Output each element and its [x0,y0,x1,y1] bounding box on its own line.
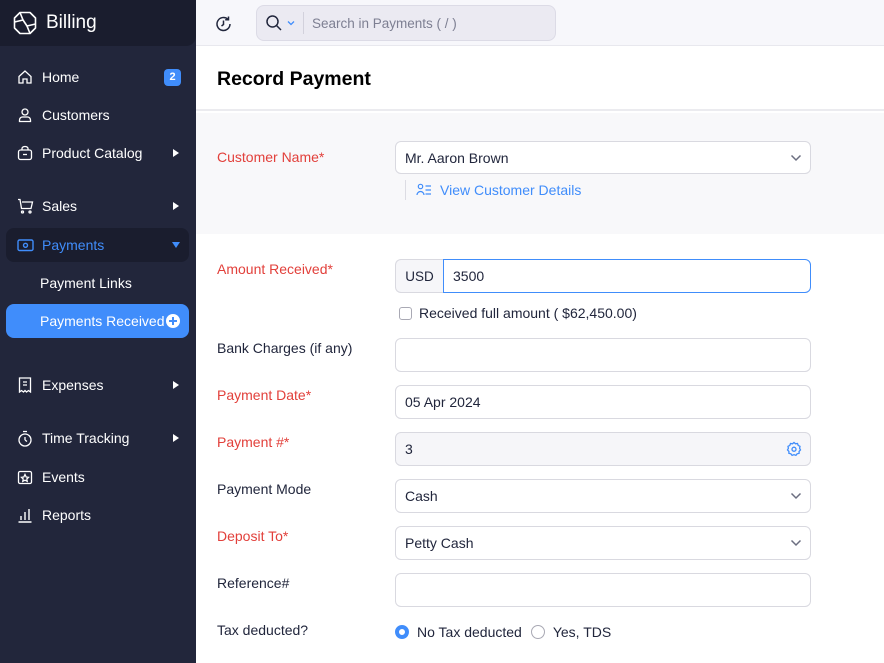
checkbox[interactable] [399,306,412,320]
add-icon[interactable] [166,314,180,328]
no-tax-deducted-label[interactable]: No Tax deducted [417,624,522,640]
payment-number-value: 3 [405,441,413,457]
view-customer-details-link[interactable]: View Customer Details [405,180,581,200]
payment-number-input[interactable]: 3 [395,432,811,466]
sidebar-item-events[interactable]: Events [6,460,189,494]
chevron-down-icon[interactable] [287,19,295,27]
search-icon[interactable] [265,14,283,32]
expand-arrow-icon [173,434,179,442]
cart-icon [16,197,34,215]
sidebar-item-home[interactable]: Home 2 [6,60,189,94]
deposit-to-select[interactable]: Petty Cash [395,526,811,560]
customer-name-select[interactable]: Mr. Aaron Brown [395,141,811,174]
amount-received-input[interactable]: 3500 [443,259,811,293]
yes-tds-label[interactable]: Yes, TDS [553,624,611,640]
billing-logo-icon [13,11,37,35]
bank-charges-input[interactable] [395,338,811,372]
amount-received-label: Amount Received* [217,261,333,277]
received-full-amount-label: Received full amount ( $62,450.00) [419,305,637,321]
no-tax-deducted-radio[interactable] [395,625,409,639]
expand-arrow-icon [173,149,179,157]
reference-input[interactable] [395,573,811,607]
expand-arrow-icon [173,381,179,389]
received-full-amount-checkbox[interactable]: Received full amount ( $62,450.00) [399,305,637,321]
reference-label: Reference# [217,575,290,591]
customer-name-label: Customer Name* [217,149,325,165]
payment-mode-value: Cash [405,488,438,504]
sidebar: Billing Home 2 Customers Product Catalog [0,0,196,663]
receipt-icon [16,376,34,394]
search-input[interactable] [312,15,552,31]
search-divider [303,12,304,34]
sidebar-item-label: Expenses [42,377,104,393]
payment-mode-label: Payment Mode [217,481,312,497]
sidebar-item-label: Payments Received [40,313,165,329]
gear-icon[interactable] [786,441,802,457]
sidebar-item-payment-links[interactable]: Payment Links [6,266,189,300]
sidebar-item-label: Payment Links [40,275,132,291]
sidebar-item-label: Sales [42,198,78,214]
payment-number-label: Payment #* [217,434,290,450]
events-icon [16,468,34,486]
tax-deducted-radio-group: No Tax deducted Yes, TDS [395,624,620,640]
sidebar-item-expenses[interactable]: Expenses [6,368,189,402]
collapse-arrow-icon [172,242,180,248]
brand[interactable]: Billing [0,0,196,46]
sidebar-item-time-tracking[interactable]: Time Tracking [6,421,189,455]
home-icon [16,68,34,86]
notification-badge: 2 [164,68,181,86]
currency-code: USD [395,259,443,293]
sidebar-item-label: Home [42,69,80,85]
sidebar-item-label: Customers [42,107,110,123]
yes-tds-radio[interactable] [530,625,545,639]
sidebar-item-label: Product Catalog [42,145,143,161]
tax-deducted-label: Tax deducted? [217,622,309,638]
page-title: Record Payment [217,68,371,90]
top-bar [196,0,884,46]
stopwatch-icon [16,429,34,447]
search-bar[interactable] [256,5,556,41]
sidebar-item-label: Payments [42,237,105,253]
chevron-down-icon [790,539,802,547]
sidebar-item-sales[interactable]: Sales [6,189,189,223]
customer-name-value: Mr. Aaron Brown [405,149,509,166]
payment-date-value: 05 Apr 2024 [405,394,481,410]
sidebar-item-label: Reports [42,507,92,523]
user-icon [16,106,34,124]
sidebar-item-payments-received[interactable]: Payments Received [6,304,189,338]
sidebar-item-label: Events [42,469,85,485]
recent-history-icon[interactable] [214,14,234,34]
sidebar-item-reports[interactable]: Reports [6,498,189,532]
app-name: Billing [46,12,97,33]
sidebar-item-label: Time Tracking [42,430,130,446]
bag-icon [16,144,34,162]
chevron-down-icon [790,492,802,500]
customer-details-icon [416,183,431,196]
payment-date-input[interactable]: 05 Apr 2024 [395,385,811,419]
payment-mode-select[interactable]: Cash [395,479,811,513]
payment-date-label: Payment Date* [217,387,312,403]
deposit-to-value: Petty Cash [405,535,474,551]
sidebar-item-payments[interactable]: Payments [6,228,189,262]
deposit-to-label: Deposit To* [217,528,289,544]
reports-icon [16,506,34,524]
chevron-down-icon [790,154,802,161]
sidebar-item-customers[interactable]: Customers [6,98,189,132]
amount-received-group: USD 3500 [395,259,811,293]
payments-icon [16,236,34,254]
bank-charges-label: Bank Charges (if any) [217,340,353,356]
sidebar-item-product-catalog[interactable]: Product Catalog [6,136,189,170]
page-header: Record Payment [196,47,884,111]
expand-arrow-icon [173,202,179,210]
view-customer-details-label: View Customer Details [440,182,582,198]
